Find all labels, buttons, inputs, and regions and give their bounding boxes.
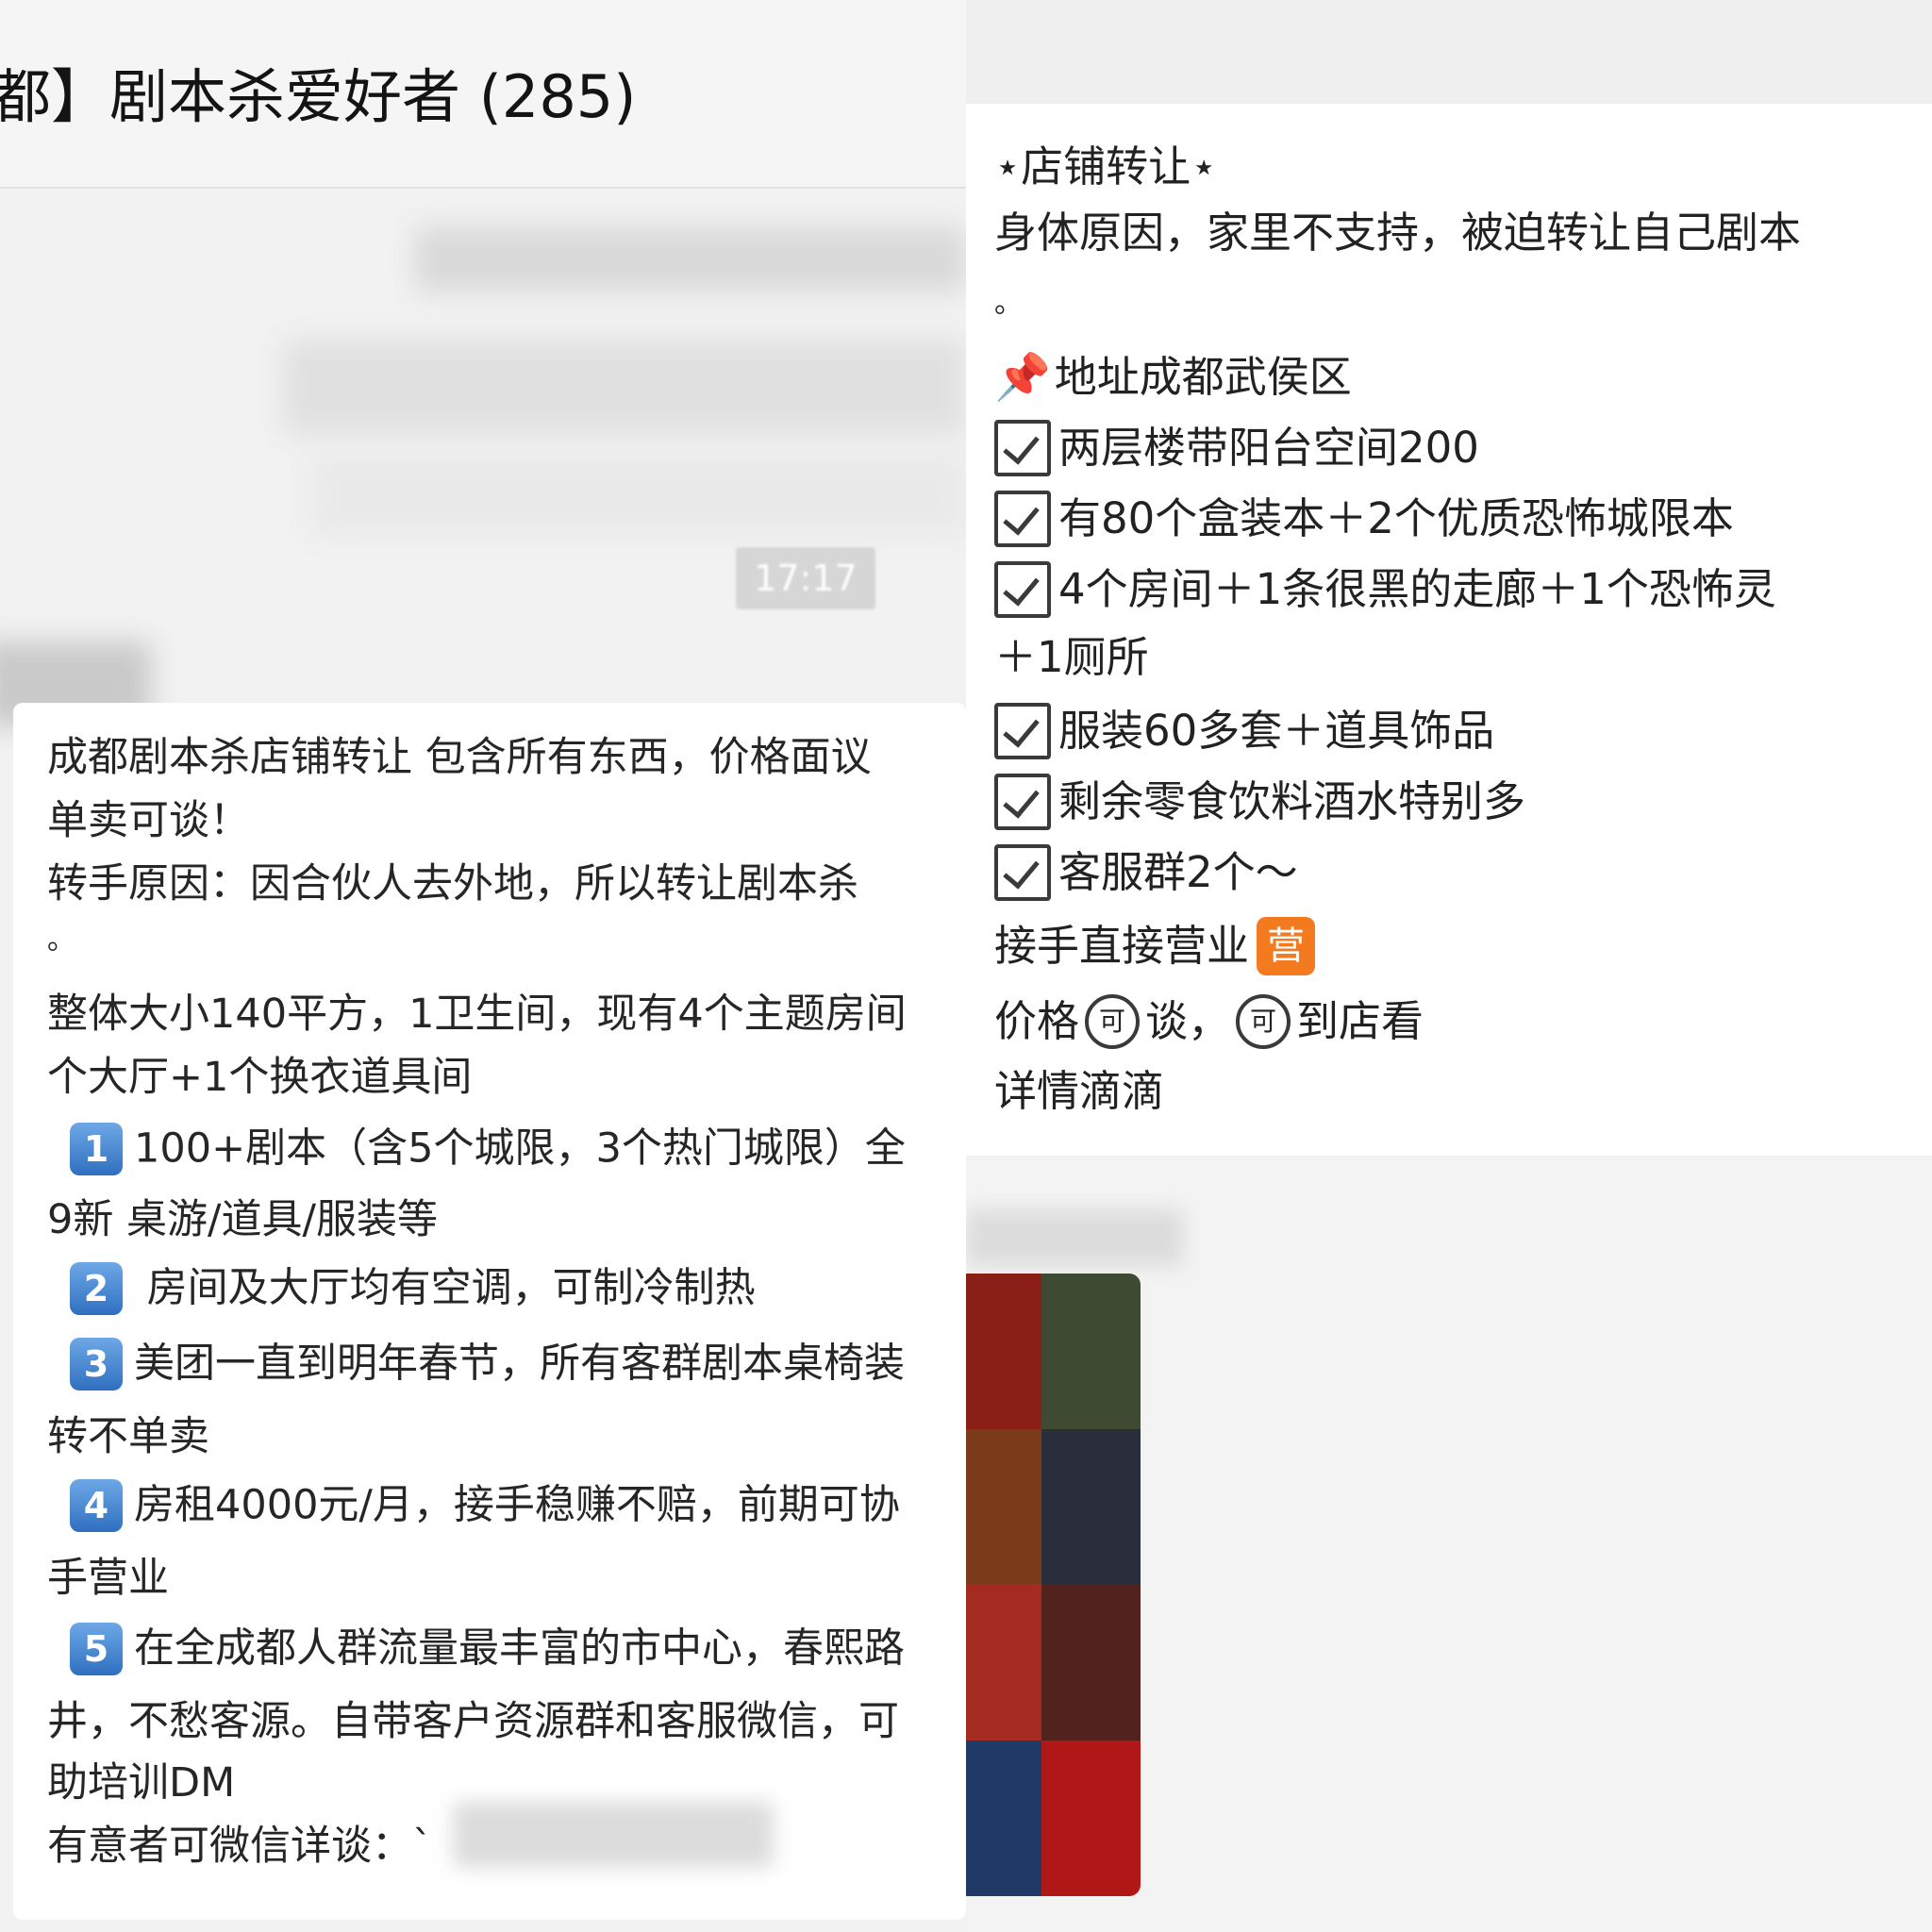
keycap-5-icon: 5 bbox=[70, 1622, 123, 1675]
photo-thumbnail bbox=[1041, 1429, 1141, 1585]
message-line: 转不单卖 bbox=[47, 1413, 209, 1460]
blurred-avatar[interactable] bbox=[966, 1209, 1183, 1266]
item-text: 房租4000元/月，接手稳赚不赔，前期可协 bbox=[134, 1481, 900, 1529]
checkbox-icon bbox=[994, 774, 1051, 830]
message-line: 转手原因：因合伙人去外地，所以转让剧本杀 bbox=[47, 860, 858, 908]
checkbox-icon bbox=[994, 561, 1051, 618]
photo-thumbnail bbox=[966, 1740, 1041, 1896]
price-line: 价格可谈，可到店看 bbox=[994, 989, 1424, 1052]
message-line: 。 bbox=[47, 924, 75, 957]
group-title[interactable]: 都】剧本杀爱好者 (285) bbox=[0, 49, 636, 134]
visit-store: 到店看 bbox=[1296, 996, 1424, 1046]
post-line: 身体原因，家里不支持，被迫转让自己剧本 bbox=[994, 208, 1802, 258]
post-line: ＋1厕所 bbox=[994, 632, 1149, 682]
checkbox-icon bbox=[994, 420, 1051, 476]
blurred-message bbox=[415, 226, 966, 292]
photo-thumbnail bbox=[1041, 1740, 1141, 1896]
photo-thumbnail bbox=[966, 1274, 1041, 1429]
checklist-item: 4个房间＋1条很黑的走廊＋1个恐怖灵 bbox=[994, 557, 1776, 620]
price-label: 价格 bbox=[994, 996, 1080, 1046]
item-text: 美团一直到明年春节，所有客群剧本桌椅装 bbox=[134, 1340, 905, 1388]
left-chat-panel: 都】剧本杀爱好者 (285) 17:17 成都剧本杀店铺转让 包含所有东西，价格… bbox=[0, 0, 966, 1932]
photo-thumbnail bbox=[966, 1585, 1041, 1740]
photo-thumbnail bbox=[1041, 1585, 1141, 1740]
checklist-item: 剩余零食饮料酒水特别多 bbox=[994, 769, 1525, 832]
numbered-item: 1 100+剧本（含5个城限，3个热门城限）全 bbox=[70, 1118, 906, 1177]
keycap-3-icon: 3 bbox=[70, 1337, 123, 1391]
address-line: 📌地址成都武侯区 bbox=[994, 344, 1352, 408]
checkbox-icon bbox=[994, 491, 1051, 547]
message-line: 手营业 bbox=[47, 1555, 169, 1602]
post-bubble[interactable]: ⋆店铺转让⋆ 身体原因，家里不支持，被迫转让自己剧本 。 📌地址成都武侯区 两层… bbox=[966, 104, 1932, 1156]
checklist-text: 客服群2个～ bbox=[1058, 847, 1298, 897]
keycap-2-icon: 2 bbox=[70, 1261, 123, 1315]
checklist-item: 两层楼带阳台空间200 bbox=[994, 415, 1479, 478]
item-text: 在全成都人群流量最丰富的市中心，春熙路 bbox=[134, 1624, 905, 1673]
message-timestamp: 17:17 bbox=[736, 547, 875, 609]
numbered-item: 5 在全成都人群流量最丰富的市中心，春熙路 bbox=[70, 1618, 905, 1677]
checklist-text: 有80个盒装本＋2个优质恐怖城限本 bbox=[1058, 493, 1734, 543]
item-text: 100+剧本（含5个城限，3个热门城限）全 bbox=[134, 1124, 906, 1173]
checklist-text: 服装60多套＋道具饰品 bbox=[1058, 706, 1495, 756]
address-text: 地址成都武侯区 bbox=[1054, 352, 1352, 402]
numbered-item: 4 房租4000元/月，接手稳赚不赔，前期可协 bbox=[70, 1474, 900, 1534]
item-text: 房间及大厅均有空调，可制冷制热 bbox=[134, 1264, 756, 1312]
top-strip bbox=[966, 0, 1932, 104]
checkbox-icon bbox=[994, 844, 1051, 901]
ying-icon: 营 bbox=[1257, 917, 1316, 975]
message-line: 单卖可谈！ bbox=[47, 797, 250, 844]
keycap-4-icon: 4 bbox=[70, 1478, 123, 1532]
message-line: 整体大小140平方，1卫生间，现有4个主题房间 bbox=[47, 991, 907, 1038]
checklist-text: 4个房间＋1条很黑的走廊＋1个恐怖灵 bbox=[1058, 564, 1776, 614]
ke-icon: 可 bbox=[1085, 994, 1141, 1049]
right-post-panel: ⋆店铺转让⋆ 身体原因，家里不支持，被迫转让自己剧本 。 📌地址成都武侯区 两层… bbox=[966, 0, 1932, 1932]
numbered-item: 2 房间及大厅均有空调，可制冷制热 bbox=[70, 1257, 756, 1317]
checklist-item: 有80个盒装本＋2个优质恐怖城限本 bbox=[994, 486, 1734, 549]
chat-header: 都】剧本杀爱好者 (285) bbox=[0, 0, 966, 189]
message-line: 个大厅+1个换衣道具间 bbox=[47, 1054, 473, 1101]
checkbox-icon bbox=[994, 703, 1051, 759]
photo-thumbnail bbox=[1041, 1274, 1141, 1429]
numbered-item: 3 美团一直到明年春节，所有客群剧本桌椅装 bbox=[70, 1333, 905, 1392]
blurred-message bbox=[311, 453, 966, 538]
photo-thumbnail bbox=[966, 1429, 1041, 1585]
image-grid-thumbnail[interactable] bbox=[966, 1274, 1141, 1896]
checklist-text: 两层楼带阳台空间200 bbox=[1058, 423, 1479, 473]
message-line: 有意者可微信详谈：` bbox=[47, 1823, 433, 1870]
post-heading: ⋆店铺转让⋆ bbox=[994, 142, 1218, 192]
open-line: 接手直接营业营 bbox=[994, 913, 1316, 976]
message-line: 井，不愁客源。自带客户资源群和客服微信，可 bbox=[47, 1698, 899, 1745]
message-line: 成都剧本杀店铺转让 包含所有东西，价格面议 bbox=[47, 734, 872, 781]
price-negotiable: 谈， bbox=[1145, 996, 1231, 1046]
open-text: 接手直接营业 bbox=[994, 921, 1250, 971]
ke-icon: 可 bbox=[1236, 994, 1291, 1049]
post-line: 。 bbox=[994, 287, 1023, 320]
message-bubble[interactable]: 成都剧本杀店铺转让 包含所有东西，价格面议 单卖可谈！ 转手原因：因合伙人去外地… bbox=[13, 703, 966, 1920]
message-line: 助培训DM bbox=[47, 1759, 236, 1807]
blurred-message bbox=[283, 340, 966, 434]
checklist-text: 剩余零食饮料酒水特别多 bbox=[1058, 776, 1526, 826]
blurred-wechat-id bbox=[453, 1802, 774, 1868]
checklist-item: 客服群2个～ bbox=[994, 840, 1298, 903]
keycap-1-icon: 1 bbox=[70, 1122, 123, 1175]
message-line: 9新 桌游/道具/服装等 bbox=[47, 1196, 439, 1243]
checklist-item: 服装60多套＋道具饰品 bbox=[994, 698, 1494, 761]
details-line: 详情滴滴 bbox=[994, 1066, 1165, 1116]
pin-icon: 📌 bbox=[994, 351, 1051, 404]
